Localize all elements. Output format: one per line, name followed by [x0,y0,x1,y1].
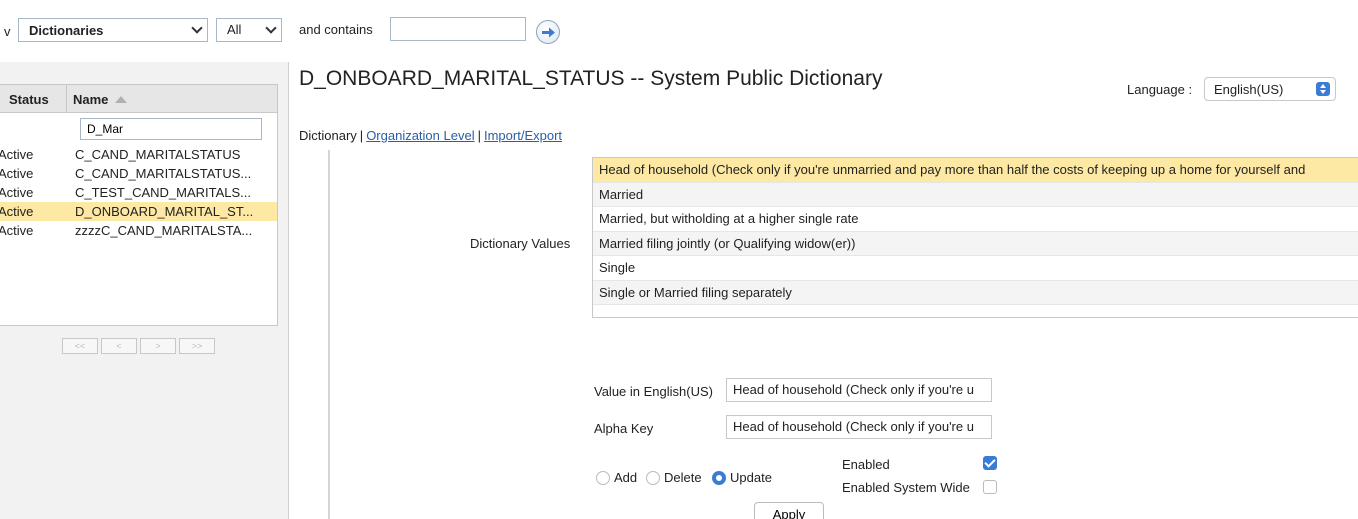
apply-button[interactable]: Apply [754,502,824,519]
dictionary-list: Status Name Active C_CAND_MARITALSTATUS … [0,84,278,326]
dictionary-form: Dictionary Values Head of household (Che… [328,150,1358,519]
value-in-label: Value in English(US) [594,384,713,399]
table-row[interactable]: Active zzzzC_CAND_MARITALSTA... [0,221,277,240]
filter-row [0,113,277,145]
subnav-organization-level-link[interactable]: Organization Level [366,128,474,143]
mode-delete-label: Delete [664,470,702,485]
column-divider [66,85,67,113]
list-pager: << < > >> [62,338,215,354]
row-name: C_TEST_CAND_MARITALS... [75,185,252,200]
name-filter-input[interactable] [80,118,262,140]
pager-first-button[interactable]: << [62,338,98,354]
list-item[interactable]: Married filing jointly (or Qualifying wi… [593,231,1358,256]
list-item-selected[interactable]: Head of household (Check only if you're … [593,158,1358,183]
enabled-label: Enabled [842,457,890,472]
table-row[interactable]: Active C_CAND_MARITALSTATUS [0,145,277,164]
dictionary-type-value: Dictionaries [29,23,104,38]
status-filter-value: All [227,22,242,37]
contains-input[interactable] [390,17,526,41]
enabled-checkbox[interactable] [983,456,997,470]
alpha-key-label: Alpha Key [594,421,654,436]
chevron-down-icon [265,22,277,34]
language-label: Language : [1127,82,1193,97]
subnav-separator: | [477,128,481,143]
enabled-system-wide-label: Enabled System Wide [842,480,970,495]
language-select[interactable]: English(US) [1204,77,1336,101]
list-header: Status Name [0,85,277,113]
sort-ascending-icon[interactable] [115,96,127,103]
dictionary-type-select[interactable]: Dictionaries [18,18,208,42]
contains-label: and contains [299,22,373,37]
row-name: C_CAND_MARITALSTATUS [75,147,241,162]
mode-add-radio[interactable] [596,471,610,485]
chevron-down-icon [191,22,203,34]
enabled-system-wide-checkbox[interactable] [983,480,997,494]
mode-update-radio[interactable] [712,471,726,485]
toolbar: v Dictionaries All and contains [0,0,1358,62]
search-go-button[interactable] [536,20,560,44]
status-filter-select[interactable]: All [216,18,282,42]
row-status: Active [0,166,34,181]
dictionary-detail-panel: D_ONBOARD_MARITAL_STATUS -- System Publi… [290,62,1358,519]
pager-prev-button[interactable]: < [101,338,137,354]
row-status: Active [0,223,34,238]
row-name: zzzzC_CAND_MARITALSTA... [75,223,253,238]
alpha-key-input[interactable]: Head of household (Check only if you're … [726,415,992,439]
table-row[interactable]: Active C_TEST_CAND_MARITALS... [0,183,277,202]
row-name: C_CAND_MARITALSTATUS... [75,166,252,181]
table-row-selected[interactable]: Active D_ONBOARD_MARITAL_ST... [0,202,277,221]
language-value: English(US) [1214,82,1284,97]
pager-last-button[interactable]: >> [179,338,215,354]
column-header-status[interactable]: Status [9,92,49,107]
row-status: Active [0,147,34,162]
subnav-separator: | [359,128,364,143]
subnav-import-export-link[interactable]: Import/Export [484,128,562,143]
list-item[interactable]: Single or Married filing separately [593,280,1358,305]
subnav-dictionary: Dictionary [299,128,357,143]
dictionary-values-list[interactable]: Head of household (Check only if you're … [592,157,1358,318]
mode-delete-radio[interactable] [646,471,660,485]
arrow-right-icon [542,27,555,38]
value-in-input[interactable]: Head of household (Check only if you're … [726,378,992,402]
list-item[interactable]: Married [593,182,1358,207]
row-status: Active [0,185,34,200]
list-item[interactable]: Single [593,256,1358,281]
mode-add-label: Add [614,470,638,485]
page-title: D_ONBOARD_MARITAL_STATUS -- System Publi… [299,67,883,90]
mode-update-label: Update [730,470,772,485]
row-status: Active [0,204,34,219]
dictionary-list-panel: Status Name Active C_CAND_MARITALSTATUS … [0,62,289,519]
toolbar-cut-label: v [4,24,11,39]
table-row[interactable]: Active C_CAND_MARITALSTATUS... [0,164,277,183]
pager-next-button[interactable]: > [140,338,176,354]
dictionary-values-label: Dictionary Values [470,236,571,251]
select-stepper-icon [1316,82,1330,96]
list-item[interactable]: Married, but witholding at a higher sing… [593,207,1358,232]
column-header-name[interactable]: Name [73,92,108,107]
row-name: D_ONBOARD_MARITAL_ST... [75,204,254,219]
subnav: Dictionary | Organization Level | Import/Exp… [299,128,562,143]
